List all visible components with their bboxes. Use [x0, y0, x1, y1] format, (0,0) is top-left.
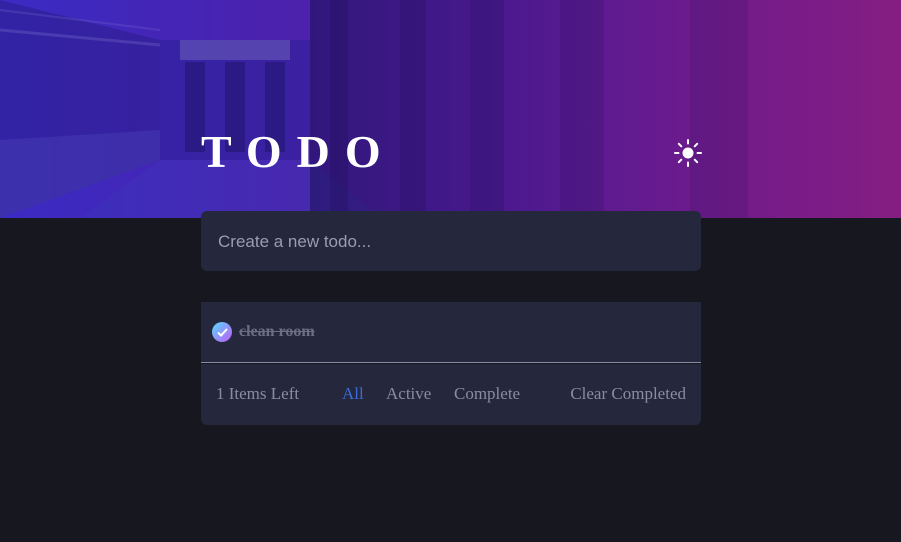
header-background: TODO: [0, 0, 901, 218]
filter-active[interactable]: Active: [386, 384, 431, 404]
corridor-photo: [0, 0, 901, 218]
todo-footer: 1 Items Left All Active Complete Clear C…: [201, 364, 701, 425]
filter-complete[interactable]: Complete: [454, 384, 520, 404]
check-icon: [216, 327, 228, 337]
filter-all[interactable]: All: [342, 384, 364, 404]
clear-completed-button[interactable]: Clear Completed: [570, 384, 686, 404]
theme-toggle-button[interactable]: [673, 138, 703, 168]
new-todo-input[interactable]: [216, 211, 690, 273]
todo-checkbox[interactable]: [212, 322, 232, 342]
new-todo-container: [201, 211, 701, 273]
app-title: TODO: [201, 126, 396, 177]
items-left-count: 1 Items Left: [216, 384, 300, 403]
todo-text: clean room: [239, 323, 315, 340]
todo-item[interactable]: clean room: [201, 302, 701, 363]
sun-icon: [674, 139, 702, 167]
todo-list: clean room: [201, 302, 701, 363]
